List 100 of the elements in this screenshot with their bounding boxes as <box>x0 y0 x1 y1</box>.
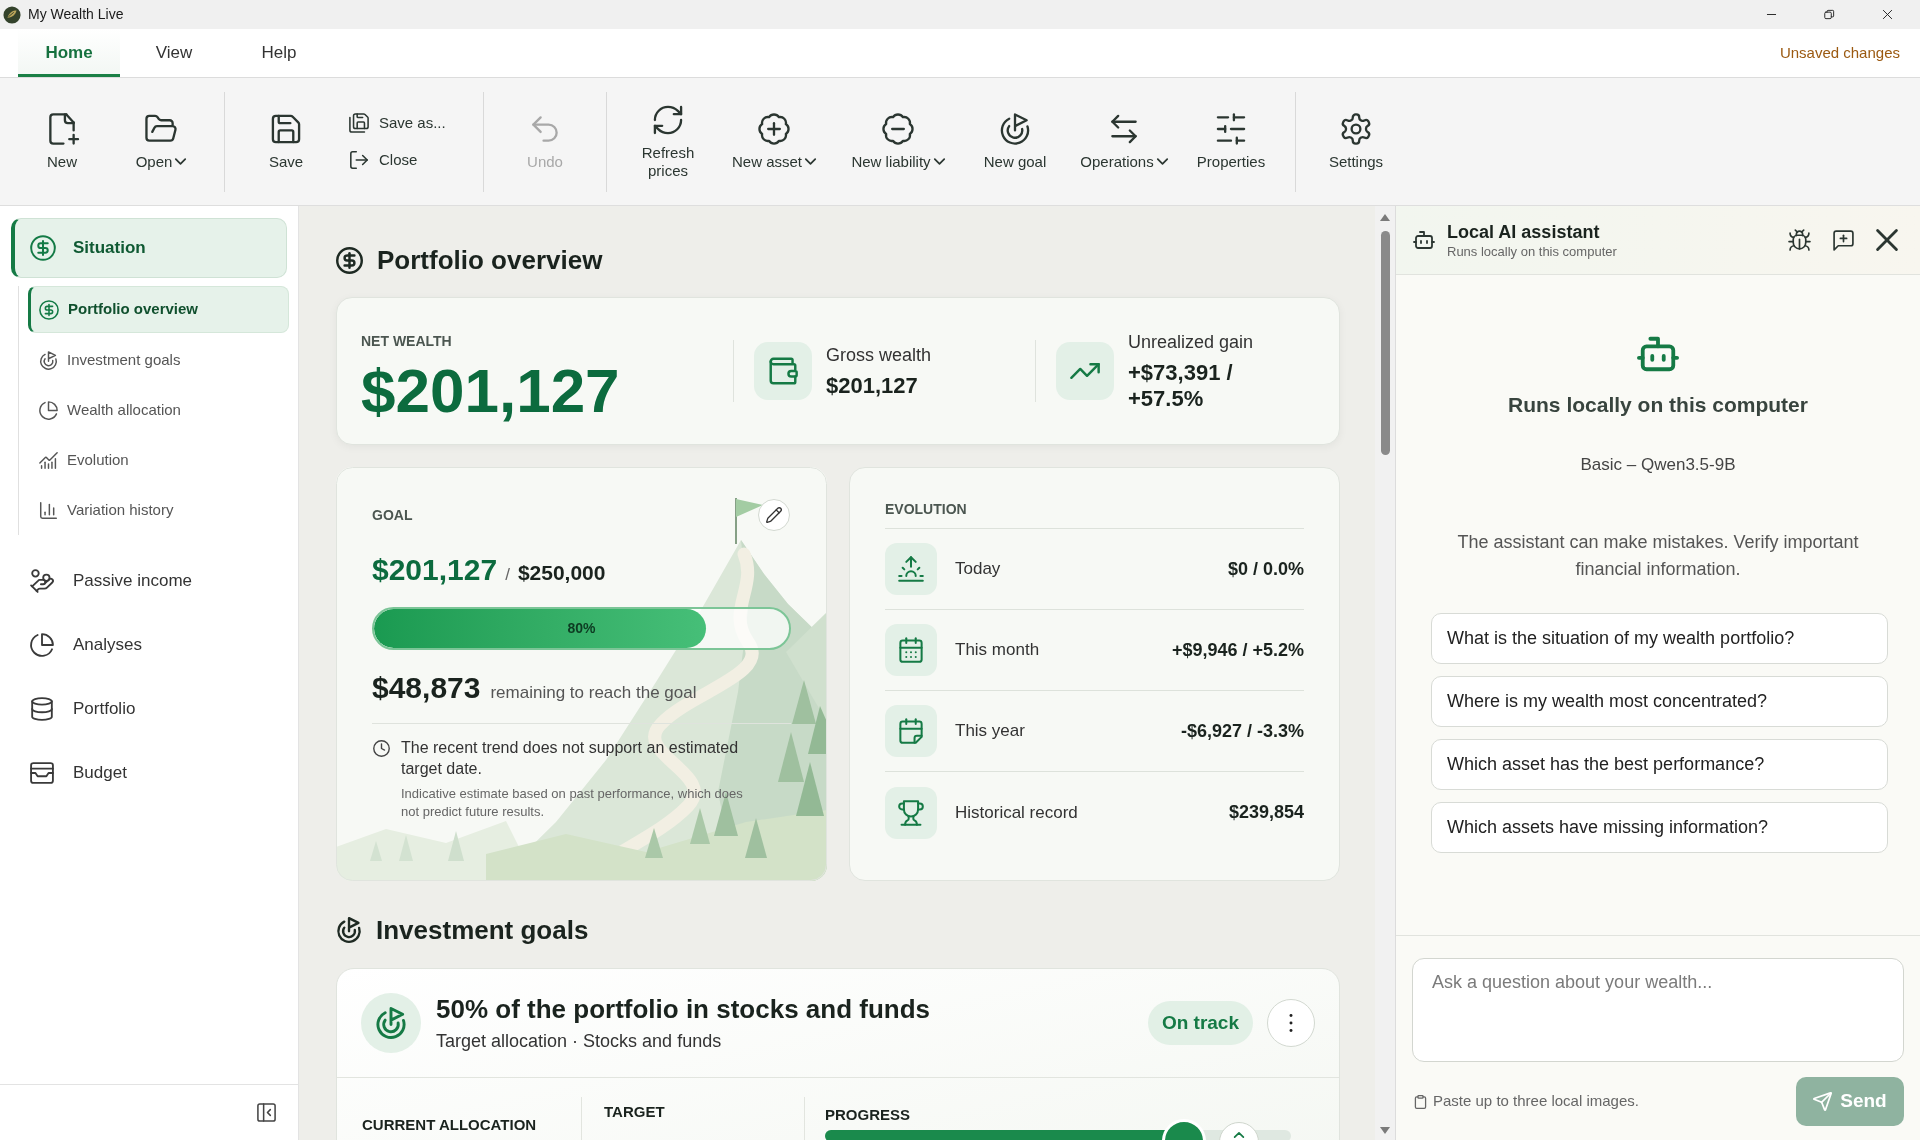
panel-title: Local AI assistant <box>1447 220 1600 243</box>
settings-icon <box>1340 112 1372 145</box>
model-name: Basic – Qwen3.5-9B <box>1580 454 1736 476</box>
sidebar-item[interactable]: Budget <box>11 741 287 805</box>
dollar-circle-icon <box>30 235 56 261</box>
sidebar-item[interactable]: Analyses <box>11 613 287 677</box>
app-logo-icon <box>3 5 21 24</box>
dollar-circle-icon <box>39 299 59 320</box>
close-icon[interactable] <box>1880 8 1894 21</box>
exit-icon <box>349 150 369 170</box>
scroll-down-arrow-icon[interactable] <box>1380 1127 1390 1134</box>
forecast-note: The recent trend does not support an estimated target date. <box>401 737 740 779</box>
bar-chart-icon <box>39 500 58 520</box>
vertical-dots-icon <box>1289 1014 1293 1032</box>
stat-value: $201,127 <box>826 373 918 399</box>
remaining-amount: $48,873 <box>372 669 481 706</box>
target-flag-icon <box>336 917 362 943</box>
sidebar-subitem[interactable]: Investment goals <box>28 337 289 383</box>
ribbon-button[interactable]: Save <box>243 89 329 194</box>
sidebar-item[interactable]: Passive income <box>11 549 287 613</box>
tray-box-icon <box>30 761 54 785</box>
bug-icon[interactable] <box>1788 228 1811 252</box>
row-value: $239,854 <box>1228 801 1304 824</box>
restore-icon[interactable] <box>1822 8 1836 21</box>
ribbon-button[interactable]: Refresh prices <box>625 89 711 194</box>
ribbon-button[interactable]: Open <box>116 89 206 194</box>
ribbon-button[interactable]: New asset <box>719 89 829 194</box>
suggestion-button[interactable]: Where is my wealth most concentrated? <box>1431 676 1888 727</box>
ribbon-button[interactable]: New liability <box>837 89 959 194</box>
calendar-icon <box>885 624 937 676</box>
goal-target-amount: $250,000 <box>517 560 606 586</box>
trend-bars-icon <box>39 450 58 470</box>
suggestion-button[interactable]: Which asset has the best performance? <box>1431 739 1888 790</box>
scroll-up-arrow-icon[interactable] <box>1380 214 1390 221</box>
suggestion-button[interactable]: Which assets have missing information? <box>1431 802 1888 853</box>
caret-icon <box>1156 156 1168 167</box>
caret-icon <box>805 156 816 167</box>
message-plus-icon[interactable] <box>1832 228 1855 252</box>
calendar-icon <box>885 705 937 757</box>
sidebar-subitem[interactable]: Evolution <box>28 437 289 483</box>
caret-icon <box>175 156 187 167</box>
send-icon <box>1813 1092 1833 1111</box>
wallet-icon <box>754 342 812 400</box>
collapse-sidebar-icon[interactable] <box>256 1102 277 1123</box>
goal-subtitle: Target allocation · Stocks and funds <box>436 1030 722 1053</box>
amount-separator: / <box>505 564 510 586</box>
window-title: My Wealth Live <box>28 5 124 24</box>
menu-tab[interactable]: View <box>123 29 225 77</box>
file-plus-icon <box>46 112 78 145</box>
menu-tab[interactable]: Help <box>228 29 330 77</box>
suggestion-button[interactable]: What is the situation of my wealth portfolio? <box>1431 613 1888 664</box>
column-header: CURRENT ALLOCATION <box>362 1116 537 1134</box>
ribbon-button[interactable]: Close <box>347 145 420 175</box>
assistant-heading: Runs locally on this computer <box>1508 392 1808 418</box>
row-value: $0 / 0.0% <box>1227 557 1304 581</box>
stat-label: Gross wealth <box>826 344 932 367</box>
clock-icon <box>373 739 390 757</box>
disclaimer-text: Indicative estimate based on past performance, which does not predict future results. <box>401 784 744 821</box>
stat-value: +$73,391 / +57.5% <box>1128 360 1234 412</box>
pie-chart-icon <box>30 633 54 657</box>
status-badge: On track <box>1147 1001 1253 1045</box>
ribbon-button[interactable]: Operations <box>1071 89 1177 194</box>
ribbon-button[interactable]: New <box>22 89 102 194</box>
floppy-disks-icon <box>349 113 369 133</box>
sidebar-item[interactable]: Portfolio <box>11 677 287 741</box>
close-icon[interactable] <box>1876 229 1898 251</box>
target-flag-icon <box>999 112 1031 145</box>
row-label: Historical record <box>955 801 1078 824</box>
sliders-icon <box>1215 112 1247 145</box>
disclaimer-text: The assistant can make mistakes. Verify important financial information. <box>1456 531 1860 581</box>
page-heading: Portfolio overview <box>377 243 603 277</box>
refresh-icon <box>652 103 684 136</box>
panel-subtitle: Runs locally on this computer <box>1447 242 1617 260</box>
goal-current-amount: $201,127 <box>372 552 498 588</box>
ribbon-button[interactable]: Save as... <box>347 108 448 138</box>
progress-percent: 80% <box>567 618 596 638</box>
minus-badge-icon <box>882 112 914 145</box>
paste-hint: Paste up to three local images. <box>1433 1091 1639 1112</box>
sidebar-subitem[interactable]: Variation history <box>28 487 289 533</box>
ribbon-button[interactable]: Properties <box>1185 89 1277 194</box>
card-title: GOAL <box>372 506 413 524</box>
row-value: +$9,946 / +5.2% <box>1171 638 1304 662</box>
ribbon-button[interactable]: New goal <box>967 89 1063 194</box>
sidebar-subitem[interactable]: Wealth allocation <box>28 387 289 433</box>
folder-icon <box>145 112 177 145</box>
sidebar-subitem[interactable]: Portfolio overview <box>28 286 289 333</box>
swap-arrows-icon <box>1108 112 1140 145</box>
hand-coins-icon <box>30 569 54 593</box>
stat-label: Unrealized gain <box>1128 331 1254 354</box>
question-input[interactable]: Ask a question about your wealth... <box>1412 958 1904 1062</box>
row-label: Today <box>955 558 1001 581</box>
section-heading: Investment goals <box>376 913 589 947</box>
scrollbar-thumb[interactable] <box>1380 231 1390 455</box>
ribbon-button[interactable]: Settings <box>1314 89 1398 194</box>
sidebar-item[interactable]: Situation <box>11 218 287 278</box>
row-label: This month <box>955 639 1040 662</box>
net-wealth-value: $201,127 <box>361 356 620 426</box>
pencil-icon <box>766 507 782 523</box>
remaining-text: remaining to reach the goal <box>490 681 697 704</box>
database-icon <box>30 697 54 721</box>
